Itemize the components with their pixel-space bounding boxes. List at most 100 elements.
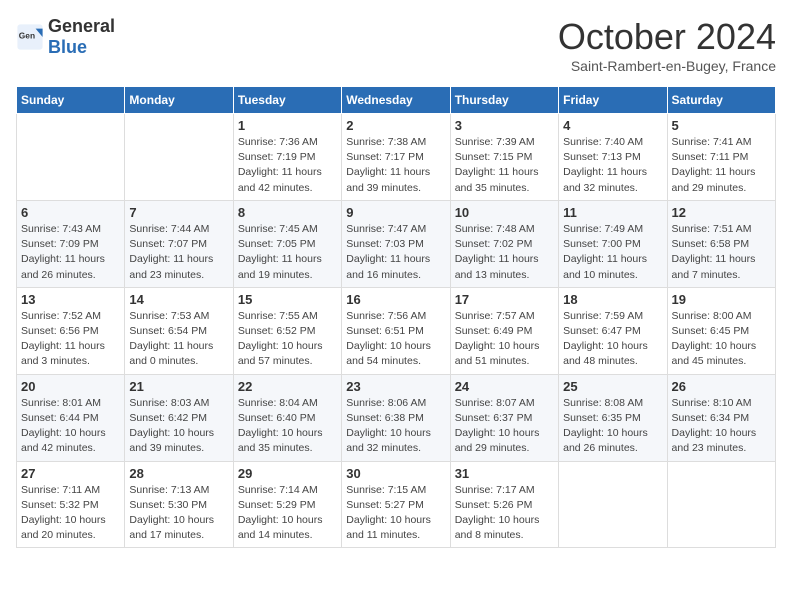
day-info: Sunrise: 7:56 AM Sunset: 6:51 PM Dayligh… [346,309,445,370]
logo-icon: Gen [16,23,44,51]
day-number: 23 [346,379,445,394]
location-subtitle: Saint-Rambert-en-Bugey, France [558,58,776,74]
day-number: 7 [129,205,228,220]
page-header: Gen General Blue October 2024 Saint-Ramb… [16,16,776,74]
day-number: 26 [672,379,771,394]
day-number: 14 [129,292,228,307]
day-info: Sunrise: 8:10 AM Sunset: 6:34 PM Dayligh… [672,396,771,457]
calendar-cell: 14 Sunrise: 7:53 AM Sunset: 6:54 PM Dayli… [125,287,233,374]
day-number: 18 [563,292,662,307]
calendar-cell: 28 Sunrise: 7:13 AM Sunset: 5:30 PM Dayli… [125,461,233,548]
calendar-cell: 12Sunrise: 7:51 AM Sunset: 6:58 PM Dayli… [667,200,775,287]
calendar-cell [559,461,667,548]
day-info: Sunrise: 8:08 AM Sunset: 6:35 PM Dayligh… [563,396,662,457]
calendar-week-row: 13Sunrise: 7:52 AM Sunset: 6:56 PM Dayli… [17,287,776,374]
day-number: 16 [346,292,445,307]
calendar-day-header: Sunday [17,87,125,114]
logo-blue: Blue [48,37,87,57]
day-info: Sunrise: 8:06 AM Sunset: 6:38 PM Dayligh… [346,396,445,457]
calendar-cell [125,114,233,201]
title-block: October 2024 Saint-Rambert-en-Bugey, Fra… [558,16,776,74]
calendar-cell: 25Sunrise: 8:08 AM Sunset: 6:35 PM Dayli… [559,374,667,461]
calendar-day-header: Tuesday [233,87,341,114]
calendar-day-header: Friday [559,87,667,114]
calendar-day-header: Monday [125,87,233,114]
day-number: 2 [346,118,445,133]
calendar-cell: 26 Sunrise: 8:10 AM Sunset: 6:34 PM Dayli… [667,374,775,461]
calendar-day-header: Thursday [450,87,558,114]
day-number: 3 [455,118,554,133]
day-info: Sunrise: 7:59 AM Sunset: 6:47 PM Dayligh… [563,309,662,370]
day-info: Sunrise: 7:55 AM Sunset: 6:52 PM Dayligh… [238,309,337,370]
logo-general: General [48,16,115,36]
calendar-body: 1 Sunrise: 7:36 AM Sunset: 7:19 PM Daylig… [17,114,776,548]
day-number: 5 [672,118,771,133]
calendar-cell: 3 Sunrise: 7:39 AM Sunset: 7:15 PM Daylig… [450,114,558,201]
day-number: 11 [563,205,662,220]
day-info: Sunrise: 7:44 AM Sunset: 7:07 PM Dayligh… [129,222,228,283]
day-number: 28 [129,466,228,481]
day-info: Sunrise: 7:36 AM Sunset: 7:19 PM Dayligh… [238,135,337,196]
day-info: Sunrise: 7:47 AM Sunset: 7:03 PM Dayligh… [346,222,445,283]
calendar-cell: 9 Sunrise: 7:47 AM Sunset: 7:03 PM Daylig… [342,200,450,287]
calendar-cell: 6 Sunrise: 7:43 AM Sunset: 7:09 PM Daylig… [17,200,125,287]
day-number: 19 [672,292,771,307]
day-info: Sunrise: 7:43 AM Sunset: 7:09 PM Dayligh… [21,222,120,283]
month-title: October 2024 [558,16,776,58]
day-info: Sunrise: 7:39 AM Sunset: 7:15 PM Dayligh… [455,135,554,196]
day-info: Sunrise: 7:51 AM Sunset: 6:58 PM Dayligh… [672,222,771,283]
day-number: 10 [455,205,554,220]
day-info: Sunrise: 7:57 AM Sunset: 6:49 PM Dayligh… [455,309,554,370]
day-number: 9 [346,205,445,220]
calendar-week-row: 1 Sunrise: 7:36 AM Sunset: 7:19 PM Daylig… [17,114,776,201]
calendar-cell: 27 Sunrise: 7:11 AM Sunset: 5:32 PM Dayli… [17,461,125,548]
calendar-cell: 1 Sunrise: 7:36 AM Sunset: 7:19 PM Daylig… [233,114,341,201]
calendar-week-row: 20 Sunrise: 8:01 AM Sunset: 6:44 PM Dayli… [17,374,776,461]
day-info: Sunrise: 7:15 AM Sunset: 5:27 PM Dayligh… [346,483,445,544]
day-number: 8 [238,205,337,220]
day-info: Sunrise: 7:48 AM Sunset: 7:02 PM Dayligh… [455,222,554,283]
day-number: 24 [455,379,554,394]
day-number: 17 [455,292,554,307]
calendar-cell: 24Sunrise: 8:07 AM Sunset: 6:37 PM Dayli… [450,374,558,461]
calendar-header: SundayMondayTuesdayWednesdayThursdayFrid… [17,87,776,114]
calendar-cell: 16 Sunrise: 7:56 AM Sunset: 6:51 PM Dayli… [342,287,450,374]
day-info: Sunrise: 7:11 AM Sunset: 5:32 PM Dayligh… [21,483,120,544]
day-info: Sunrise: 7:14 AM Sunset: 5:29 PM Dayligh… [238,483,337,544]
day-number: 30 [346,466,445,481]
day-number: 6 [21,205,120,220]
calendar-cell: 22Sunrise: 8:04 AM Sunset: 6:40 PM Dayli… [233,374,341,461]
day-number: 4 [563,118,662,133]
svg-text:Gen: Gen [19,30,35,40]
calendar-cell: 15Sunrise: 7:55 AM Sunset: 6:52 PM Dayli… [233,287,341,374]
calendar-week-row: 6 Sunrise: 7:43 AM Sunset: 7:09 PM Daylig… [17,200,776,287]
day-number: 31 [455,466,554,481]
day-number: 20 [21,379,120,394]
calendar-cell: 4 Sunrise: 7:40 AM Sunset: 7:13 PM Daylig… [559,114,667,201]
day-info: Sunrise: 8:01 AM Sunset: 6:44 PM Dayligh… [21,396,120,457]
calendar-cell: 20 Sunrise: 8:01 AM Sunset: 6:44 PM Dayli… [17,374,125,461]
calendar-cell: 19Sunrise: 8:00 AM Sunset: 6:45 PM Dayli… [667,287,775,374]
day-info: Sunrise: 7:13 AM Sunset: 5:30 PM Dayligh… [129,483,228,544]
day-info: Sunrise: 7:52 AM Sunset: 6:56 PM Dayligh… [21,309,120,370]
day-number: 21 [129,379,228,394]
day-info: Sunrise: 7:41 AM Sunset: 7:11 PM Dayligh… [672,135,771,196]
logo-text: General Blue [48,16,115,58]
calendar-cell [667,461,775,548]
calendar-cell: 2Sunrise: 7:38 AM Sunset: 7:17 PM Daylig… [342,114,450,201]
day-info: Sunrise: 7:53 AM Sunset: 6:54 PM Dayligh… [129,309,228,370]
calendar-cell: 10 Sunrise: 7:48 AM Sunset: 7:02 PM Dayli… [450,200,558,287]
calendar-cell: 17 Sunrise: 7:57 AM Sunset: 6:49 PM Dayli… [450,287,558,374]
calendar-cell: 18 Sunrise: 7:59 AM Sunset: 6:47 PM Dayli… [559,287,667,374]
day-number: 29 [238,466,337,481]
day-number: 1 [238,118,337,133]
calendar-cell: 21Sunrise: 8:03 AM Sunset: 6:42 PM Dayli… [125,374,233,461]
day-info: Sunrise: 7:40 AM Sunset: 7:13 PM Dayligh… [563,135,662,196]
day-number: 27 [21,466,120,481]
calendar-cell: 8Sunrise: 7:45 AM Sunset: 7:05 PM Daylig… [233,200,341,287]
calendar-cell: 30 Sunrise: 7:15 AM Sunset: 5:27 PM Dayli… [342,461,450,548]
day-info: Sunrise: 7:49 AM Sunset: 7:00 PM Dayligh… [563,222,662,283]
calendar-table: SundayMondayTuesdayWednesdayThursdayFrid… [16,86,776,548]
day-info: Sunrise: 8:04 AM Sunset: 6:40 PM Dayligh… [238,396,337,457]
calendar-cell: 29 Sunrise: 7:14 AM Sunset: 5:29 PM Dayli… [233,461,341,548]
